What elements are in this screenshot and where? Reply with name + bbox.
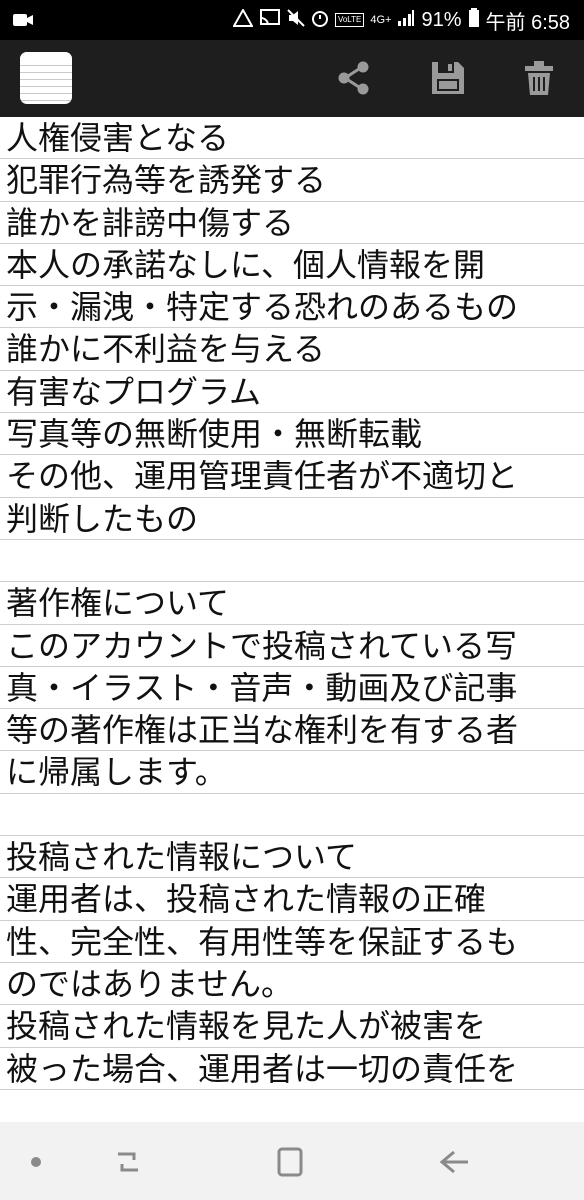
note-line: その他、運用管理責任者が不適切と (0, 455, 584, 498)
video-call-icon (12, 10, 34, 35)
note-line: 誰かに不利益を与える (0, 328, 584, 371)
battery-icon (468, 7, 480, 33)
note-lines: 人権侵害となる 犯罪行為等を誘発する 誰かを誹謗中傷する 本人の承諾なしに、個人情報を… (0, 117, 584, 1122)
home-dot-icon (31, 1157, 41, 1167)
back-icon (439, 1150, 468, 1174)
cast-icon (259, 8, 281, 32)
overview-button[interactable] (260, 1142, 320, 1182)
note-line: このアカウントで投稿されている写 (0, 625, 584, 667)
status-bar: VoLTE 4G+ 91% 午前 6:58 (0, 0, 584, 40)
note-line: 本人の承諾なしに、個人情報を開 (0, 244, 584, 287)
volte-badge: VoLTE (334, 13, 365, 27)
note-line: 有害なプログラム (0, 371, 584, 414)
recents-icon (118, 1152, 138, 1172)
network-type: 4G+ (370, 14, 392, 26)
share-icon (338, 61, 369, 95)
alarm-icon (311, 9, 329, 32)
signal-icon (397, 9, 415, 32)
save-button[interactable] (426, 56, 470, 100)
recycle-icon (232, 7, 254, 32)
home-button[interactable] (6, 1142, 66, 1182)
delete-icon (525, 61, 553, 95)
note-line (0, 794, 584, 837)
note-line: 投稿された情報を見た人が被害を (0, 1005, 584, 1048)
note-line: 誰かを誹謗中傷する (0, 202, 584, 244)
save-icon (432, 62, 464, 94)
note-line (0, 540, 584, 583)
note-line: 写真等の無断使用・無断転載 (0, 413, 584, 456)
note-line: 人権侵害となる (0, 117, 584, 160)
note-line: 等の著作権は正当な権利を有する者 (0, 709, 584, 752)
clock: 午前 6:58 (485, 11, 570, 34)
app-logo-icon[interactable] (20, 52, 72, 104)
delete-button[interactable] (517, 56, 561, 100)
overview-icon (277, 1147, 303, 1177)
note-line: 投稿された情報について (0, 836, 584, 879)
note-editor[interactable]: 人権侵害となる 犯罪行為等を誘発する 誰かを誹謗中傷する 本人の承諾なしに、個人情報を… (0, 117, 584, 1122)
share-button[interactable] (332, 56, 376, 100)
note-line: 被った場合、運用者は一切の責任を (0, 1048, 584, 1090)
mute-icon (287, 8, 305, 32)
note-line: 著作権について (0, 582, 584, 625)
note-line: 判断したもの (0, 498, 584, 540)
app-toolbar (0, 40, 584, 117)
note-line: 真・イラスト・音声・動画及び記事 (0, 667, 584, 710)
navigation-bar (0, 1122, 584, 1200)
recents-button[interactable] (98, 1142, 158, 1182)
note-line (0, 1090, 584, 1122)
note-line: に帰属します。 (0, 751, 584, 794)
back-button[interactable] (424, 1142, 484, 1182)
note-line: 運用者は、投稿された情報の正確 (0, 878, 584, 921)
battery-percent: 91% (421, 8, 462, 31)
note-line: 性、完全性、有用性等を保証するも (0, 921, 584, 963)
note-line: のではありません。 (0, 963, 584, 1006)
note-line: 示・漏洩・特定する恐れのあるもの (0, 286, 584, 329)
note-line: 犯罪行為等を誘発する (0, 159, 584, 202)
